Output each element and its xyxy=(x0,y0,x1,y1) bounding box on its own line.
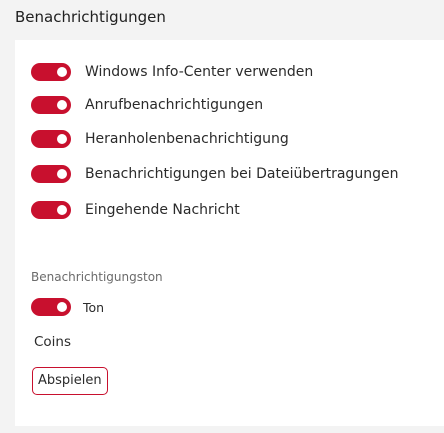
toggle-row-file-transfer-notifications[interactable]: Benachrichtigungen bei Dateiübertragunge… xyxy=(31,162,398,186)
toggle-knob xyxy=(57,302,67,312)
toggle-row-sound[interactable]: Ton xyxy=(31,295,104,319)
toggle-label-file-transfer-notifications: Benachrichtigungen bei Dateiübertragunge… xyxy=(85,166,399,182)
toggle-switch-sound[interactable] xyxy=(31,298,71,316)
toggle-knob xyxy=(57,205,67,215)
toggle-label-windows-info-center: Windows Info-Center verwenden xyxy=(85,64,314,80)
notifications-panel: Windows Info-Center verwenden Anrufbenac… xyxy=(15,40,444,426)
toggle-row-nudge-notification[interactable]: Heranholenbenachrichtigung xyxy=(31,127,289,151)
toggle-label-sound: Ton xyxy=(83,299,105,315)
toggle-label-call-notifications: Anrufbenachrichtigungen xyxy=(85,97,264,113)
toggle-switch-windows-info-center[interactable] xyxy=(31,63,71,81)
toggle-knob xyxy=(57,134,67,144)
toggle-switch-nudge-notification[interactable] xyxy=(31,130,71,148)
section-title: Benachrichtigungen xyxy=(15,8,166,26)
notification-sound-title: Benachrichtigungston xyxy=(31,270,163,284)
toggle-switch-file-transfer-notifications[interactable] xyxy=(31,165,71,183)
play-sound-button[interactable]: Abspielen xyxy=(32,367,108,395)
toggle-label-nudge-notification: Heranholenbenachrichtigung xyxy=(85,131,289,147)
toggle-row-incoming-message[interactable]: Eingehende Nachricht xyxy=(31,198,240,222)
toggle-row-windows-info-center[interactable]: Windows Info-Center verwenden xyxy=(31,60,313,84)
toggle-row-call-notifications[interactable]: Anrufbenachrichtigungen xyxy=(31,93,263,117)
toggle-label-incoming-message: Eingehende Nachricht xyxy=(85,202,240,218)
toggle-knob xyxy=(57,100,67,110)
toggle-switch-incoming-message[interactable] xyxy=(31,201,71,219)
toggle-switch-call-notifications[interactable] xyxy=(31,96,71,114)
selected-sound-name: Coins xyxy=(34,334,72,350)
toggle-knob xyxy=(57,67,67,77)
toggle-knob xyxy=(57,169,67,179)
notifications-settings-page: Benachrichtigungen Windows Info-Center v… xyxy=(0,0,444,433)
